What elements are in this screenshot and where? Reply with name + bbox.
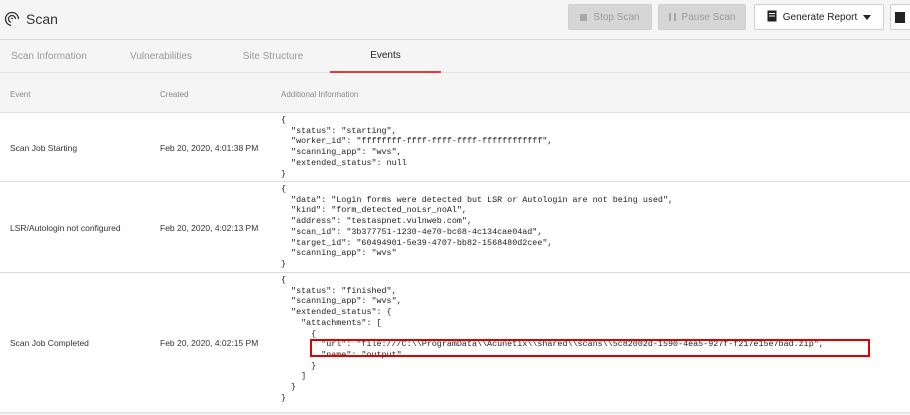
title-area: Scan [4,9,58,29]
event-additional-info: { "data": "Login forms were detected but… [281,184,674,269]
table-row[interactable]: Scan Job Completed Feb 20, 2020, 4:02:15… [0,273,910,413]
page-title: Scan [26,11,58,27]
pause-scan-label: Pause Scan [681,11,736,23]
more-actions-button[interactable] [890,4,910,30]
event-additional-info: { "status": "starting", "worker_id": "ff… [281,115,553,179]
stop-scan-button[interactable]: Stop Scan [568,4,652,30]
event-additional-info: { "status": "finished", "scanning_app": … [281,275,824,403]
tab-bar: Scan Information Vulnerabilities Site St… [0,40,910,73]
event-name: Scan Job Starting [10,143,78,153]
event-created: Feb 20, 2020, 4:01:38 PM [160,143,259,153]
pause-scan-button[interactable]: Pause Scan [658,4,746,30]
generate-report-button[interactable]: Generate Report [754,4,884,30]
tab-vulnerabilities[interactable]: Vulnerabilities [108,40,214,73]
report-icon [767,10,777,25]
export-icon [895,11,905,23]
tab-scan-information[interactable]: Scan Information [0,40,98,73]
caret-down-icon [863,14,872,20]
table-header: Event Created Additional Information [0,73,910,113]
generate-report-label: Generate Report [782,11,858,23]
event-name: LSR/Autologin not configured [10,223,121,233]
table-row[interactable]: LSR/Autologin not configured Feb 20, 202… [0,182,910,273]
column-header-created[interactable]: Created [160,90,188,99]
table-row[interactable]: Scan Job Starting Feb 20, 2020, 4:01:38 … [0,113,910,182]
event-name: Scan Job Completed [10,338,89,348]
column-header-event[interactable]: Event [10,90,30,99]
top-bar: Scan Stop Scan Pause Scan Generate Repor… [0,0,910,40]
tab-site-structure[interactable]: Site Structure [220,40,326,73]
tab-events[interactable]: Events [330,40,441,73]
event-created: Feb 20, 2020, 4:02:15 PM [160,338,259,348]
pause-icon [668,13,676,21]
scan-radar-icon [4,11,20,28]
stop-icon [580,13,588,21]
stop-scan-label: Stop Scan [593,11,640,23]
column-header-additional-information: Additional Information [281,90,359,99]
event-created: Feb 20, 2020, 4:02:13 PM [160,223,259,233]
